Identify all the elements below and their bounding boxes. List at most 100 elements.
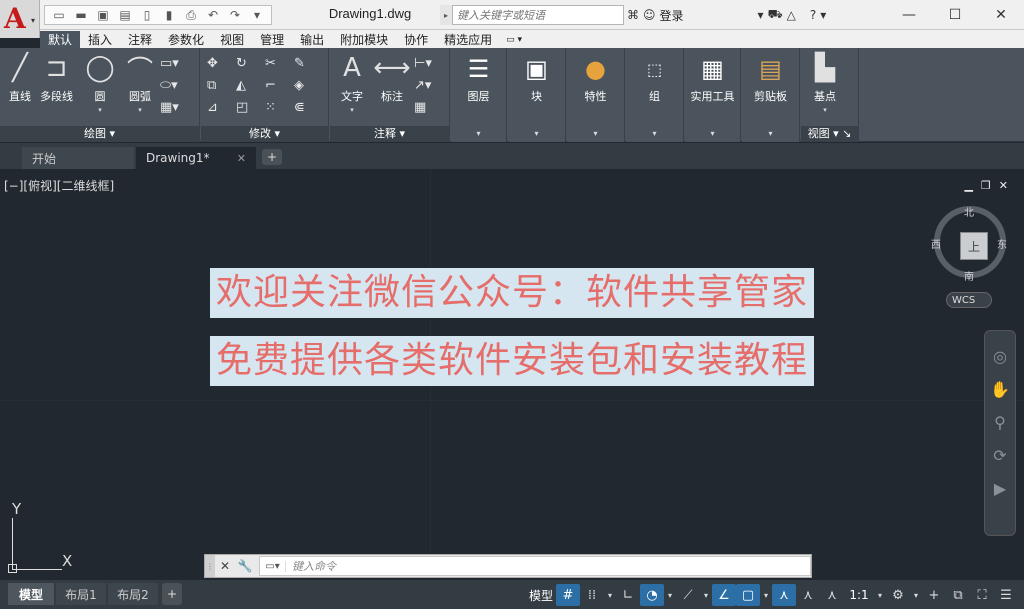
object-snap-tracking-icon[interactable]: ∠ <box>712 584 736 606</box>
circle-dropdown-icon[interactable]: ▾ <box>98 106 102 114</box>
workspace-dropdown-icon[interactable]: ▾ <box>910 584 922 606</box>
modify-panel-title[interactable]: 修改 ▾ <box>201 126 328 142</box>
model-space-toggle[interactable]: 模型 <box>526 584 556 606</box>
polar-icon[interactable]: ◔ <box>640 584 664 606</box>
arc-dropdown-icon[interactable]: ▾ <box>138 106 142 114</box>
view-panel-title[interactable]: 视图 ▾ ↘ <box>801 126 858 142</box>
array-icon[interactable]: ⁙ <box>265 96 294 118</box>
polyline-button[interactable]: ⊐ 多段线 <box>40 52 73 104</box>
maximize-icon[interactable]: ☐ <box>932 0 978 30</box>
tab-output[interactable]: 输出 <box>292 31 332 48</box>
text-dropdown-icon[interactable]: ▾ <box>350 106 354 114</box>
qat-dropdown-icon[interactable]: ▾ <box>247 6 267 24</box>
arc-button[interactable]: ⌒ 圆弧 ▾ <box>124 52 156 115</box>
offset-icon[interactable]: ⋐ <box>294 96 323 118</box>
add-layout-icon[interactable]: + <box>162 583 182 605</box>
tab-addins[interactable]: 附加模块 <box>332 31 396 48</box>
zoom-icon[interactable]: ⚲ <box>994 413 1006 432</box>
open-icon[interactable]: ▬ <box>71 6 91 24</box>
rectangle-icon[interactable]: ▭▾ <box>160 52 198 74</box>
snap-icon[interactable]: ⁞⁞ <box>580 584 604 606</box>
exchange-icon[interactable]: △ <box>787 8 796 22</box>
fullscreen-icon[interactable]: ⛶ <box>970 584 994 606</box>
tab-featured-apps[interactable]: 精选应用 <box>436 31 500 48</box>
snap-dropdown-icon[interactable]: ▾ <box>604 584 616 606</box>
cart-icon[interactable]: ⛟ <box>768 7 783 23</box>
mobile-icon[interactable]: ▯ <box>137 6 157 24</box>
clipboard-button[interactable]: ▤ 剪贴板 ▾ <box>742 48 800 142</box>
base-point-button[interactable]: ▙ 基点 ▾ <box>809 52 841 114</box>
orbit-icon[interactable]: ⟳ <box>993 446 1006 465</box>
ellipse-icon[interactable]: ⬭▾ <box>160 74 198 96</box>
undo-icon[interactable]: ↶ <box>203 6 223 24</box>
move-icon[interactable]: ✥ <box>207 52 236 74</box>
explode-icon[interactable]: ◈ <box>294 74 323 96</box>
tab-manage[interactable]: 管理 <box>252 31 292 48</box>
binoculars-icon[interactable]: ⌘ <box>627 8 639 22</box>
viewcube-west[interactable]: 西 <box>931 236 941 251</box>
viewport-minimize-icon[interactable]: ▁ <box>964 179 972 192</box>
viewcube-top-face[interactable]: 上 <box>960 232 988 260</box>
tab-drawing1[interactable]: Drawing1* ✕ <box>136 147 256 169</box>
drawing-canvas[interactable]: [−][俯视][二维线框] ▁ ❐ ✕ 上 北 南 西 东 WCS ◎ ✋ ⚲ … <box>0 170 1024 580</box>
viewport-restore-icon[interactable]: ❐ <box>981 179 991 192</box>
layers-button[interactable]: ☰ 图层 ▾ <box>451 48 507 142</box>
command-settings-icon[interactable]: 🔧 <box>235 559 255 573</box>
close-icon[interactable]: ✕ <box>978 0 1024 30</box>
new-icon[interactable]: ▭ <box>49 6 69 24</box>
mirror-icon[interactable]: ◭ <box>236 74 265 96</box>
linear-dim-icon[interactable]: ⊢▾ <box>414 52 444 74</box>
isodraft-icon[interactable]: ⟋ <box>676 584 700 606</box>
pan-icon[interactable]: ✋ <box>990 380 1010 399</box>
block-button[interactable]: ▣ 块 ▾ <box>508 48 566 142</box>
close-tab-icon[interactable]: ✕ <box>237 152 246 165</box>
group-button[interactable]: ⬚ 组 ▾ <box>626 48 684 142</box>
wcs-menu[interactable]: WCS <box>946 292 992 308</box>
tab-parametric[interactable]: 参数化 <box>160 31 212 48</box>
scale-selector[interactable]: 1:1 <box>844 584 874 606</box>
rotate-icon[interactable]: ↻ <box>236 52 265 74</box>
layout-tab-model[interactable]: 模型 <box>8 583 54 605</box>
phone-icon[interactable]: ▮ <box>159 6 179 24</box>
draw-panel-title[interactable]: 绘图 ▾ <box>0 126 199 142</box>
ribbon-minimize-icon[interactable]: ▭ ▾ <box>500 31 528 48</box>
leader-icon[interactable]: ↗▾ <box>414 74 444 96</box>
workspace-gear-icon[interactable]: ⚙ <box>886 584 910 606</box>
viewcube-south[interactable]: 南 <box>964 268 974 283</box>
user-icon[interactable]: ☺ <box>643 8 656 22</box>
search-input[interactable] <box>452 5 624 25</box>
table-icon[interactable]: ▦ <box>414 96 444 118</box>
tab-default[interactable]: 默认 <box>40 31 81 48</box>
isodraft-dropdown-icon[interactable]: ▾ <box>700 584 712 606</box>
auto-scale-icon[interactable]: ⋏ <box>796 584 820 606</box>
annotation-monitor-icon[interactable]: + <box>922 584 946 606</box>
viewport-controls-label[interactable]: [−][俯视][二维线框] <box>4 177 114 194</box>
steering-wheel-icon[interactable]: ◎ <box>993 347 1007 366</box>
tab-insert[interactable]: 插入 <box>80 31 120 48</box>
command-prompt-icon[interactable]: ▭▾ <box>260 560 286 572</box>
utilities-button[interactable]: ▦ 实用工具 ▾ <box>685 48 741 142</box>
tab-annotate[interactable]: 注释 <box>120 31 160 48</box>
layout-tab-layout1[interactable]: 布局1 <box>56 583 106 605</box>
annotation-panel-title[interactable]: 注释 ▾ <box>330 126 449 142</box>
login-link[interactable]: 登录 <box>660 7 684 24</box>
showmotion-icon[interactable]: ▶ <box>994 479 1006 498</box>
text-button[interactable]: A 文字 ▾ <box>336 52 368 114</box>
help-dropdown-icon[interactable]: ▾ <box>820 8 826 22</box>
tab-collaborate[interactable]: 协作 <box>396 31 436 48</box>
isolate-objects-icon[interactable]: ⧉ <box>946 584 970 606</box>
command-input-box[interactable]: ▭▾ 键入命令 <box>259 556 811 576</box>
scale-dropdown-icon[interactable]: ▾ <box>874 584 886 606</box>
command-line-grip-icon[interactable]: ⋮ <box>205 555 215 577</box>
viewcube-north[interactable]: 北 <box>964 204 974 219</box>
new-tab-icon[interactable]: + <box>262 149 282 165</box>
fillet-icon[interactable]: ⌐ <box>265 74 294 96</box>
scale-icon[interactable]: ◰ <box>236 96 265 118</box>
grid-icon[interactable]: # <box>556 584 580 606</box>
search-expand-icon[interactable]: ▸ <box>440 5 452 25</box>
ortho-icon[interactable]: ∟ <box>616 584 640 606</box>
login-dropdown-icon[interactable]: ▾ <box>758 8 764 22</box>
command-close-icon[interactable]: ✕ <box>215 559 235 573</box>
command-input[interactable]: 键入命令 <box>286 558 336 574</box>
viewcube-east[interactable]: 东 <box>997 236 1007 251</box>
